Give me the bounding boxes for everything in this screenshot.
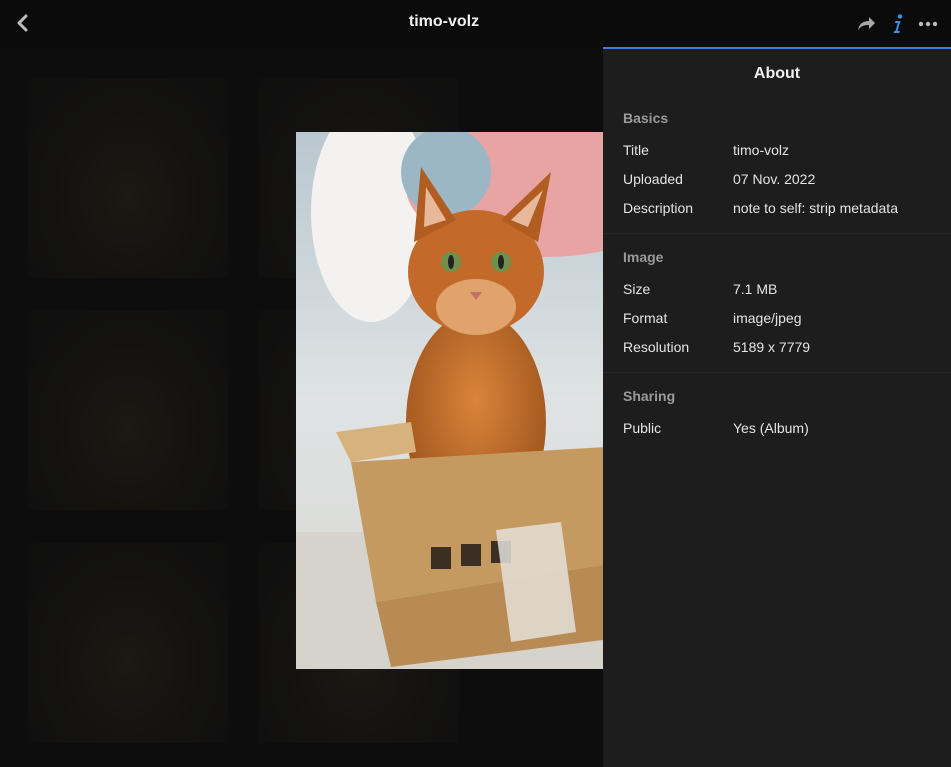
info-value: 5189 x 7779 bbox=[733, 339, 811, 355]
info-row-size: Size 7.1 MB bbox=[623, 275, 931, 304]
info-key: Title bbox=[623, 142, 649, 158]
share-arrow-icon[interactable] bbox=[854, 12, 878, 36]
section-basics: Basics Title timo-volz Uploaded 07 Nov. … bbox=[603, 95, 951, 234]
more-horizontal-icon[interactable] bbox=[916, 12, 940, 36]
info-row-resolution: Resolution 5189 x 7779 bbox=[623, 333, 931, 362]
info-row-title: Title timo-volz bbox=[623, 136, 931, 165]
info-row-uploaded: Uploaded 07 Nov. 2022 bbox=[623, 165, 931, 194]
info-key: Uploaded bbox=[623, 171, 683, 187]
info-value: 07 Nov. 2022 bbox=[733, 171, 816, 187]
info-row-format: Format image/jpeg bbox=[623, 304, 931, 333]
section-image: Image Size 7.1 MB Format image/jpeg Reso… bbox=[603, 234, 951, 373]
info-key: Description bbox=[623, 200, 694, 216]
section-title: Sharing bbox=[623, 388, 676, 404]
main-photo[interactable] bbox=[296, 132, 654, 669]
info-icon[interactable] bbox=[886, 12, 910, 36]
page-title: timo-volz bbox=[408, 13, 480, 30]
album-thumbnail[interactable] bbox=[28, 310, 228, 510]
info-value: image/jpeg bbox=[733, 310, 802, 326]
info-row-public: Public Yes (Album) bbox=[623, 414, 931, 443]
album-thumbnail[interactable] bbox=[28, 78, 228, 278]
info-key: Resolution bbox=[623, 339, 690, 355]
info-panel: About Basics Title timo-volz Uploaded 07… bbox=[603, 47, 951, 767]
section-sharing: Sharing Public Yes (Album) bbox=[603, 373, 951, 443]
info-value: Yes (Album) bbox=[733, 420, 809, 436]
section-title: Image bbox=[623, 249, 664, 265]
info-value: note to self: strip metadata bbox=[733, 200, 898, 216]
info-value: timo-volz bbox=[733, 142, 790, 158]
info-value: 7.1 MB bbox=[733, 281, 778, 297]
top-bar: timo-volz bbox=[0, 0, 951, 47]
info-key: Public bbox=[623, 420, 662, 436]
info-row-description: Description note to self: strip metadata bbox=[623, 194, 931, 223]
info-key: Size bbox=[623, 281, 651, 297]
section-title: Basics bbox=[623, 110, 669, 126]
info-key: Format bbox=[623, 310, 668, 326]
panel-title: About bbox=[753, 65, 801, 82]
album-thumbnail[interactable] bbox=[28, 543, 228, 743]
